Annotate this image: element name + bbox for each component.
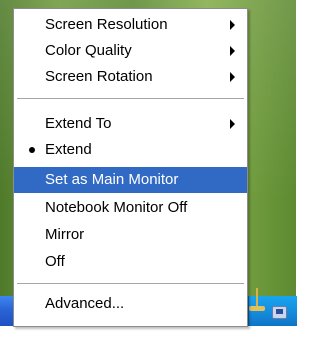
menu-item-off[interactable]: Off	[14, 249, 247, 275]
menu-item-mirror[interactable]: Mirror	[14, 222, 247, 248]
menu-item-color-quality[interactable]: Color Quality	[14, 38, 247, 64]
menu-item-advanced[interactable]: Advanced...	[14, 291, 247, 317]
lamp-base	[249, 306, 265, 311]
menu-item-extend-to[interactable]: Extend To	[14, 111, 247, 137]
menu-separator	[17, 283, 244, 284]
menu-item-screen-resolution[interactable]: Screen Resolution	[14, 12, 247, 38]
menu-item-label: Screen Resolution	[45, 16, 168, 33]
menu-item-label: Mirror	[45, 226, 85, 243]
menu-item-label: Screen Rotation	[45, 68, 153, 85]
bullet-icon	[29, 147, 35, 153]
menu-item-extend[interactable]: Extend	[14, 137, 247, 163]
chevron-right-icon	[230, 20, 235, 30]
menu-item-label: Set as Main Monitor	[45, 171, 179, 188]
display-tray-icon[interactable]	[272, 306, 287, 319]
menu-item-label: Extend	[45, 141, 92, 158]
menu-item-label: Advanced...	[45, 295, 125, 312]
chevron-right-icon	[230, 119, 235, 129]
menu-item-label: Extend To	[45, 115, 112, 132]
menu-item-notebook-monitor-off[interactable]: Notebook Monitor Off	[14, 195, 247, 221]
menu-separator	[17, 98, 244, 99]
menu-item-screen-rotation[interactable]: Screen Rotation	[14, 64, 247, 90]
bottom-strip	[0, 326, 296, 345]
menu-item-label: Off	[45, 253, 65, 270]
chevron-right-icon	[230, 46, 235, 56]
menu-item-label: Notebook Monitor Off	[45, 199, 188, 216]
lamp-stem	[256, 288, 258, 306]
chevron-right-icon	[230, 72, 235, 82]
display-context-menu: Screen Resolution Color Quality Screen R…	[13, 8, 248, 327]
menu-item-set-as-main-monitor[interactable]: Set as Main Monitor	[14, 167, 247, 193]
lamp-tray-icon[interactable]	[246, 288, 268, 312]
menu-item-label: Color Quality	[45, 42, 132, 59]
